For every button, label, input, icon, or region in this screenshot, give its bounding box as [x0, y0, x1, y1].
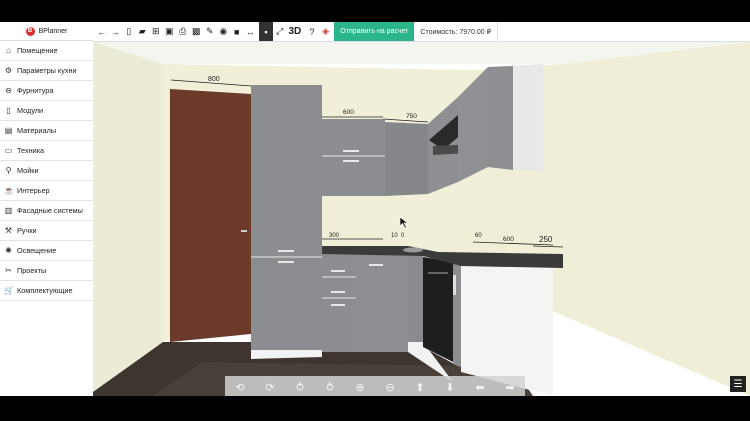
sidebar-item-1[interactable]: ⚙ Параметры кухни [0, 61, 93, 81]
view-3d-button[interactable]: 3D [287, 26, 304, 37]
rotate-left-icon[interactable]: ⟲ [229, 381, 251, 394]
sidebar-item-6[interactable]: ⚲ Мойки [0, 161, 93, 181]
sidebar-item-5[interactable]: ▭ Техника [0, 141, 93, 161]
sidebar-item-label: Проекты [17, 266, 47, 275]
sidebar-item-4[interactable]: ▤ Материалы [0, 121, 93, 141]
image-icon[interactable]: ▩ [190, 22, 204, 41]
camera-icon[interactable]: ■ [230, 22, 244, 41]
sidebar-item-10[interactable]: ✺ Освещение [0, 241, 93, 261]
dim-750: 750 [406, 113, 417, 120]
print-icon[interactable]: ⎙ [176, 22, 190, 41]
base-corner-cabinet [408, 250, 423, 352]
hinge-icon: ⊖ [5, 86, 12, 95]
move-right-icon[interactable]: ➡ [499, 381, 521, 394]
sidebar-item-2[interactable]: ⊖ Фурнитура [0, 81, 93, 101]
faucet-icon: ⚲ [5, 166, 12, 175]
sidebar-item-label: Ручки [17, 226, 37, 235]
sidebar-item-label: Интерьер [17, 186, 50, 195]
view-controls: ⟲ ⟳ ⥀ ⥁ ⊕ ⊖ ⬆ ⬇ ⬅ ➡ [225, 376, 525, 396]
cart-red-icon[interactable]: ◈ [319, 22, 333, 41]
list-icon: ☰ [733, 378, 743, 390]
facade-icon: ▥ [4, 206, 13, 215]
sidebar-item-label: Комплектующие [17, 286, 73, 295]
tilt-down-icon[interactable]: ⥁ [319, 381, 341, 394]
send-for-calculation-button[interactable]: Отправить на расчет [334, 22, 415, 41]
app-window: B BPlanner ⌂ Помещение ⚙ Параметры кухни ⊖ Фу… [0, 22, 750, 396]
new-file-icon[interactable]: ▯ [122, 22, 136, 41]
upper-cabinet-600 [322, 119, 385, 196]
cup-icon: ☕ [4, 186, 14, 195]
move-down-icon[interactable]: ⬇ [439, 381, 461, 394]
door [170, 89, 251, 342]
sidebar-item-label: Мойки [17, 166, 39, 175]
comment-icon[interactable]: ▪ [259, 22, 273, 41]
toolbar: ← → ▯ ▰ ⊞ ▣ ⎙ ▩ ✎ ◉ ■ ↔ ▪ ⤢ 3D ? ◈ Отправить на расче… [93, 22, 750, 42]
sidebar-item-label: Параметры кухни [17, 66, 77, 75]
logo-icon: B [25, 26, 35, 36]
sidebar-item-label: Помещение [17, 46, 58, 55]
sidebar-item-label: Фасадные системы [17, 206, 83, 215]
base-sink-cabinet [356, 252, 408, 352]
sidebar-item-3[interactable]: ▯ Модули [0, 101, 93, 121]
sidebar-item-0[interactable]: ⌂ Помещение [0, 41, 93, 61]
move-left-icon[interactable]: ⬅ [469, 381, 491, 394]
rotate-right-icon[interactable]: ⟳ [259, 381, 281, 394]
light-icon: ✺ [5, 246, 12, 255]
monitor-icon: ▭ [4, 146, 13, 155]
open-folder-icon[interactable]: ▰ [136, 22, 150, 41]
door-handle [241, 230, 247, 232]
gear-icon: ⚙ [4, 66, 13, 75]
dim-800: 800 [208, 76, 220, 83]
sidebar-item-8[interactable]: ▥ Фасадные системы [0, 201, 93, 221]
3d-viewport[interactable]: 800 600 750 300 10 0 60 600 250 [93, 42, 750, 396]
handle-icon: ⚒ [4, 226, 13, 235]
sidebar-item-label: Техника [17, 146, 45, 155]
tall-cabinet [251, 85, 322, 357]
save-icon[interactable]: ▣ [163, 22, 177, 41]
dim-60: 60 [475, 233, 482, 239]
fullscreen-icon[interactable]: ⤢ [273, 22, 287, 41]
help-icon[interactable]: ? [305, 22, 319, 41]
dim-10: 10 [391, 233, 398, 239]
sidebar-item-7[interactable]: ☕ Интерьер [0, 181, 93, 201]
base-drawer-cabinet [322, 252, 356, 352]
left-wall [93, 42, 163, 392]
undo-icon[interactable]: ← [95, 22, 109, 41]
sidebar-item-label: Освещение [17, 246, 57, 255]
cart-icon: 🛒 [4, 286, 14, 295]
sidebar-item-label: Материалы [17, 126, 57, 135]
sidebar-item-11[interactable]: ✂ Проекты [0, 261, 93, 281]
sidebar-item-9[interactable]: ⚒ Ручки [0, 221, 93, 241]
redo-icon[interactable]: → [109, 22, 123, 41]
dim-250: 250 [539, 235, 553, 244]
dim-600a: 600 [343, 109, 354, 116]
move-up-icon[interactable]: ⬆ [409, 381, 431, 394]
dim-600b: 600 [503, 236, 514, 243]
save-tree-icon[interactable]: ⊞ [149, 22, 163, 41]
logo-text: BPlanner [38, 27, 68, 35]
sink [403, 247, 423, 253]
eye-icon[interactable]: ◉ [217, 22, 231, 41]
sidebar: B BPlanner ⌂ Помещение ⚙ Параметры кухни ⊖ Фу… [0, 22, 94, 396]
dim-300: 300 [329, 233, 340, 239]
tools-icon: ✂ [5, 266, 12, 275]
sidebar-item-label: Модули [17, 106, 44, 115]
upper-cabinet-750 [385, 122, 428, 196]
measure-icon[interactable]: ↔ [244, 22, 258, 41]
module-icon: ▯ [6, 106, 11, 115]
tilt-up-icon[interactable]: ⥀ [289, 381, 311, 394]
zoom-out-icon[interactable]: ⊖ [379, 381, 401, 394]
logo[interactable]: B BPlanner [0, 22, 93, 41]
price-label: Стоимость: 7970.00 ₽ [414, 22, 499, 41]
sidebar-item-12[interactable]: 🛒 Комплектующие [0, 281, 93, 301]
kitchen-scene[interactable]: 800 600 750 300 10 0 60 600 250 [93, 42, 750, 396]
zoom-in-icon[interactable]: ⊕ [349, 381, 371, 394]
materials-icon: ▤ [4, 126, 13, 135]
home-icon: ⌂ [6, 46, 11, 55]
sidebar-item-label: Фурнитура [17, 86, 54, 95]
list-menu-button[interactable]: ☰ [730, 376, 746, 392]
pencil-icon[interactable]: ✎ [203, 22, 217, 41]
